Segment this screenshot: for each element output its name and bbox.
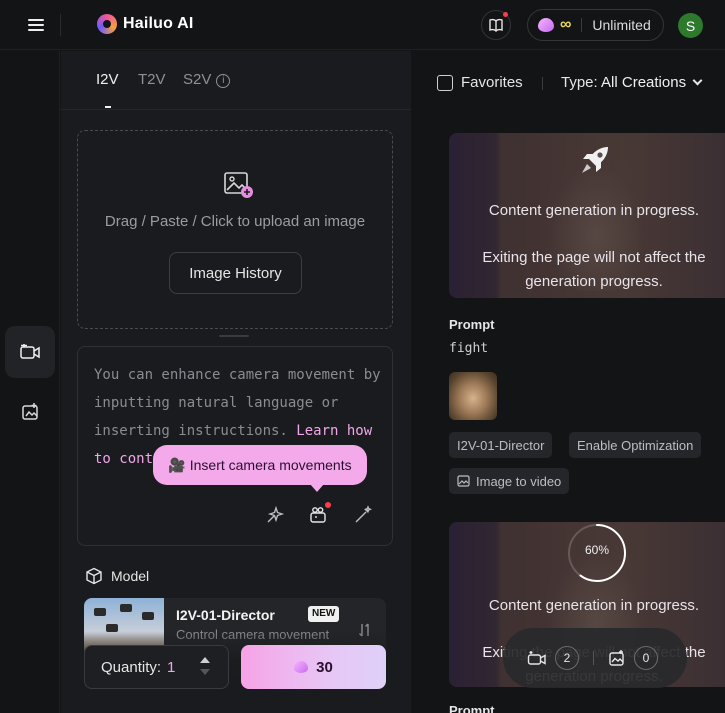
top-bar: Hailuo AI ∞ Unlimited S bbox=[0, 0, 725, 50]
model-name: I2V-01-Director bbox=[176, 607, 275, 623]
image-create-icon bbox=[22, 403, 38, 420]
thumbnail-detail bbox=[94, 608, 106, 616]
mode-tag: Image to video bbox=[449, 468, 570, 494]
quantity-value: 1 bbox=[167, 658, 176, 676]
type-filter[interactable]: Type: All Creations bbox=[561, 74, 703, 91]
camera-movement-button[interactable] bbox=[307, 502, 331, 526]
video-create-icon bbox=[20, 344, 40, 359]
prompt-heading: Prompt bbox=[449, 317, 495, 332]
optimization-tag: Enable Optimization bbox=[569, 432, 702, 458]
reference-image[interactable] bbox=[449, 372, 497, 420]
model-label-text: Model bbox=[111, 568, 150, 584]
tab-s2v-label: S2V bbox=[183, 71, 212, 88]
left-rail bbox=[0, 51, 60, 713]
rocket-icon bbox=[582, 147, 608, 173]
guide-button[interactable] bbox=[481, 10, 511, 40]
mode-tabs: I2V T2V S2V i bbox=[61, 51, 411, 110]
video-queue-count: 2 bbox=[555, 646, 579, 670]
magic-wand-button[interactable] bbox=[352, 504, 374, 526]
type-label: Type: bbox=[561, 74, 598, 91]
sparkle-pin-icon bbox=[267, 505, 285, 523]
type-value: All Creations bbox=[601, 74, 687, 91]
camera-tooltip: 🎥 Insert camera movements bbox=[153, 445, 367, 492]
rail-item-image[interactable] bbox=[5, 386, 55, 438]
credits-gem-icon bbox=[538, 18, 554, 32]
prompt-enhance-button[interactable] bbox=[264, 504, 286, 526]
magic-wand-icon bbox=[355, 505, 373, 523]
video-queue-icon bbox=[527, 651, 546, 665]
progress-percent: 60% bbox=[584, 543, 610, 557]
divider bbox=[60, 14, 61, 36]
infinity-icon: ∞ bbox=[560, 16, 572, 33]
info-icon[interactable]: i bbox=[216, 74, 231, 88]
app-name: Hailuo AI bbox=[123, 15, 194, 32]
favorites-checkbox[interactable] bbox=[437, 75, 453, 91]
tab-t2v[interactable]: T2V bbox=[138, 71, 166, 88]
rail-item-video[interactable] bbox=[5, 326, 55, 378]
generate-cost: 30 bbox=[316, 658, 333, 676]
generation-status: Content generation in progress. bbox=[488, 597, 700, 614]
model-tag: I2V-01-Director bbox=[449, 432, 553, 458]
notification-dot bbox=[325, 502, 331, 508]
divider bbox=[581, 18, 583, 32]
image-queue-icon bbox=[609, 650, 624, 666]
quantity-stepper[interactable]: Quantity: 1 bbox=[84, 645, 229, 689]
avatar[interactable]: S bbox=[678, 13, 703, 38]
increment-icon[interactable] bbox=[200, 657, 210, 663]
quantity-label: Quantity: bbox=[101, 658, 162, 676]
thumbnail-detail bbox=[120, 604, 132, 612]
credits-gem-icon bbox=[294, 661, 309, 673]
menu-icon[interactable] bbox=[26, 16, 46, 34]
task-queue[interactable]: 2 0 bbox=[503, 628, 687, 688]
tab-i2v[interactable]: I2V bbox=[96, 71, 119, 88]
quantity-arrows[interactable] bbox=[199, 654, 211, 680]
active-tab-indicator bbox=[105, 106, 111, 108]
image-upload-zone[interactable]: Drag / Paste / Click to upload an image … bbox=[77, 130, 393, 329]
feed-filters: Favorites Type: All Creations bbox=[411, 51, 725, 115]
camera-movement-icon bbox=[310, 507, 326, 523]
tab-s2v[interactable]: S2V i bbox=[183, 71, 231, 88]
prompt-value: fight bbox=[449, 341, 489, 356]
favorites-label[interactable]: Favorites bbox=[461, 74, 523, 91]
resize-handle[interactable] bbox=[219, 335, 249, 337]
divider bbox=[593, 651, 594, 665]
chevron-down-icon bbox=[692, 75, 703, 86]
model-section-label: Model bbox=[85, 567, 149, 585]
mode-tag-label: Image to video bbox=[476, 473, 562, 489]
generate-button[interactable]: 30 bbox=[241, 645, 386, 689]
generation-status: Content generation in progress. bbox=[488, 202, 700, 219]
prompt-heading: Prompt bbox=[449, 703, 495, 713]
cube-icon bbox=[86, 567, 102, 585]
creations-feed: Favorites Type: All Creations Content ge… bbox=[411, 51, 725, 713]
image-queue-count: 0 bbox=[634, 646, 658, 670]
divider bbox=[542, 77, 543, 90]
image-upload-icon bbox=[224, 172, 253, 198]
thumbnail-detail bbox=[142, 612, 154, 620]
plan-badge[interactable]: ∞ Unlimited bbox=[527, 9, 664, 41]
generation-note: Exiting the page will not affect the gen… bbox=[482, 249, 706, 290]
plan-label: Unlimited bbox=[592, 17, 651, 33]
book-icon bbox=[489, 18, 503, 32]
decrement-icon[interactable] bbox=[200, 669, 210, 675]
generation-card[interactable]: Content generation in progress. Exiting … bbox=[449, 133, 725, 298]
image-icon bbox=[457, 475, 470, 487]
logo-icon bbox=[97, 14, 117, 34]
upload-hint: Drag / Paste / Click to upload an image bbox=[104, 213, 366, 230]
app-logo[interactable]: Hailuo AI bbox=[97, 14, 194, 34]
new-badge: NEW bbox=[308, 606, 340, 622]
image-history-button[interactable]: Image History bbox=[169, 252, 302, 294]
notification-dot bbox=[503, 12, 508, 17]
create-panel: I2V T2V S2V i Drag / Paste / Click to upl… bbox=[61, 51, 411, 713]
prompt-input[interactable]: You can enhance camera movement by input… bbox=[77, 346, 393, 546]
